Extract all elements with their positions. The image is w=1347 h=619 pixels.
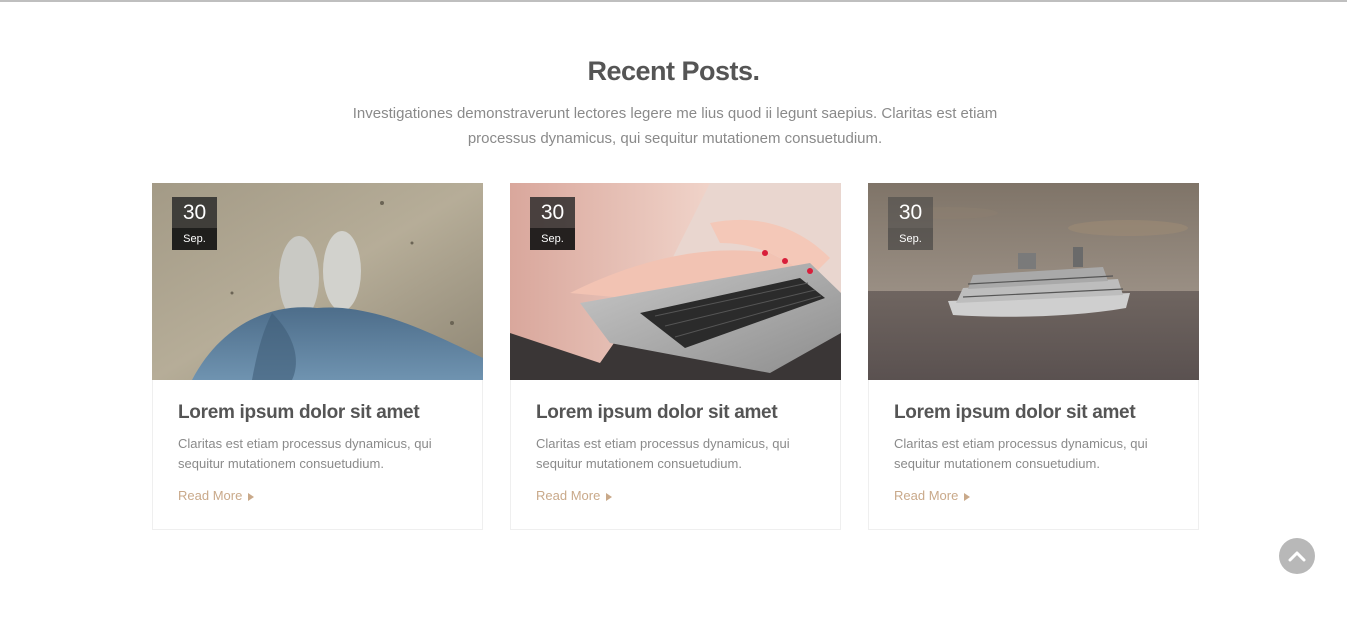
top-divider [0,0,1347,2]
caret-right-icon [606,492,613,501]
read-more-link[interactable]: Read More [536,488,613,503]
post-title[interactable]: Lorem ipsum dolor sit amet [178,402,420,424]
date-day: 30 [888,197,933,228]
date-month: Sep. [888,228,933,250]
read-more-label: Read More [178,488,243,503]
scroll-to-top-button[interactable] [1279,538,1315,574]
post-title[interactable]: Lorem ipsum dolor sit amet [894,402,1136,424]
date-day: 30 [172,197,217,228]
post-title[interactable]: Lorem ipsum dolor sit amet [536,402,778,424]
post-excerpt: Claritas est etiam processus dynamicus, … [178,436,432,471]
post-card: 30 Sep. Lorem ipsum dolor sit amet Clari… [510,183,841,530]
date-month: Sep. [530,228,575,250]
caret-right-icon [248,492,255,501]
post-card: 30 Sep. Lorem ipsum dolor sit amet Clari… [152,183,483,530]
caret-right-icon [964,492,971,501]
read-more-link[interactable]: Read More [178,488,255,503]
post-excerpt: Claritas est etiam processus dynamicus, … [894,436,1148,471]
section-subtitle: Investigationes demonstraverunt lectores… [352,105,998,147]
post-image-laptop[interactable]: 30 Sep. [510,183,841,380]
chevron-up-icon [1288,551,1306,562]
post-excerpt: Claritas est etiam processus dynamicus, … [536,436,790,471]
read-more-link[interactable]: Read More [894,488,971,503]
post-card: 30 Sep. Lorem ipsum dolor sit amet Clari… [868,183,1199,530]
date-month: Sep. [172,228,217,250]
date-badge: 30 Sep. [888,197,933,250]
section-title: Recent Posts. [587,56,760,86]
date-badge: 30 Sep. [172,197,217,250]
read-more-label: Read More [536,488,601,503]
date-badge: 30 Sep. [530,197,575,250]
post-image-sneakers[interactable]: 30 Sep. [152,183,483,380]
date-day: 30 [530,197,575,228]
read-more-label: Read More [894,488,959,503]
post-image-cruise-ship[interactable]: 30 Sep. [868,183,1199,380]
